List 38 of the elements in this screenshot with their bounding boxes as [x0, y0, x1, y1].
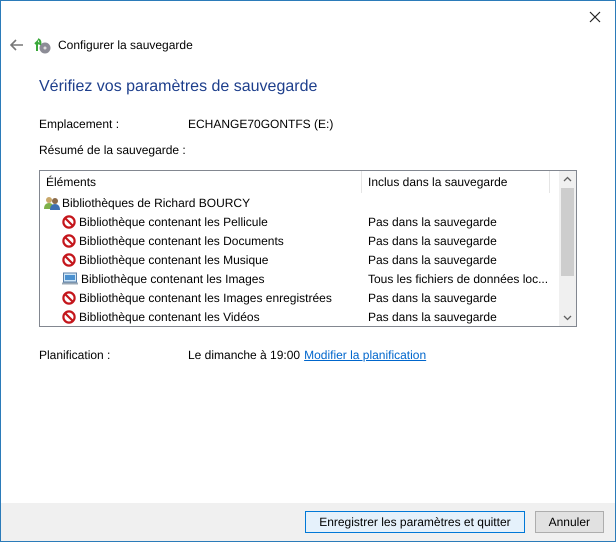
table-cell: Bibliothèque contenant les Musique — [79, 252, 268, 266]
save-and-quit-button[interactable]: Enregistrer les paramètres et quitter — [305, 511, 525, 533]
prohibited-icon — [62, 310, 76, 324]
scroll-up-icon[interactable] — [563, 176, 572, 182]
column-header[interactable]: Éléments — [40, 171, 362, 193]
table-cell-text: Pas dans la sauvegarde — [367, 252, 498, 266]
prohibited-icon — [62, 234, 76, 248]
prohibited-icon — [62, 214, 76, 228]
close-icon[interactable] — [589, 10, 601, 22]
change-schedule-link[interactable]: Modifier la planification — [304, 348, 426, 362]
field-label: Emplacement : — [39, 117, 120, 131]
users-icon — [44, 196, 60, 210]
table-cell: Bibliothèque contenant les Images enregistrées — [79, 290, 332, 304]
scrollbar[interactable] — [559, 171, 576, 326]
field-value: Le dimanche à 19:00 — [188, 348, 300, 362]
table-cell-text: Pas dans la sauvegarde — [367, 214, 498, 228]
window-title: Configurer la sauvegarde — [58, 38, 193, 52]
field-value: ECHANGE70GONTFS (E:) — [188, 117, 334, 131]
page-heading: Vérifiez vos paramètres de sauvegarde — [39, 78, 318, 96]
table-cell-text: Pas dans la sauvegarde — [367, 290, 498, 304]
monitor-icon — [62, 272, 78, 285]
column-header[interactable]: Inclus dans la sauvegarde — [362, 171, 550, 193]
back-arrow-icon[interactable] — [10, 39, 24, 51]
table-cell: Bibliothèque contenant les Vidéos — [79, 310, 260, 324]
table-cell-text: Pas dans la sauvegarde — [367, 234, 498, 248]
field-label: Résumé de la sauvegarde : — [39, 143, 187, 157]
table-cell-text: Tous les fichiers de données loc... — [367, 272, 550, 286]
scroll-down-icon[interactable] — [563, 315, 572, 321]
backup-icon — [34, 36, 52, 54]
field-label: Planification : — [39, 348, 112, 362]
table-cell: Bibliothèques de Richard BOURCY — [62, 196, 250, 210]
table-cell: Bibliothèque contenant les Documents — [79, 234, 284, 248]
table-cell-text: Pas dans la sauvegarde — [367, 310, 498, 324]
prohibited-icon — [62, 290, 76, 304]
table-cell: Bibliothèque contenant les Pellicule — [79, 214, 268, 228]
prohibited-icon — [62, 252, 76, 266]
table-cell: Bibliothèque contenant les Images — [81, 272, 264, 286]
cancel-button[interactable]: Annuler — [534, 511, 604, 533]
